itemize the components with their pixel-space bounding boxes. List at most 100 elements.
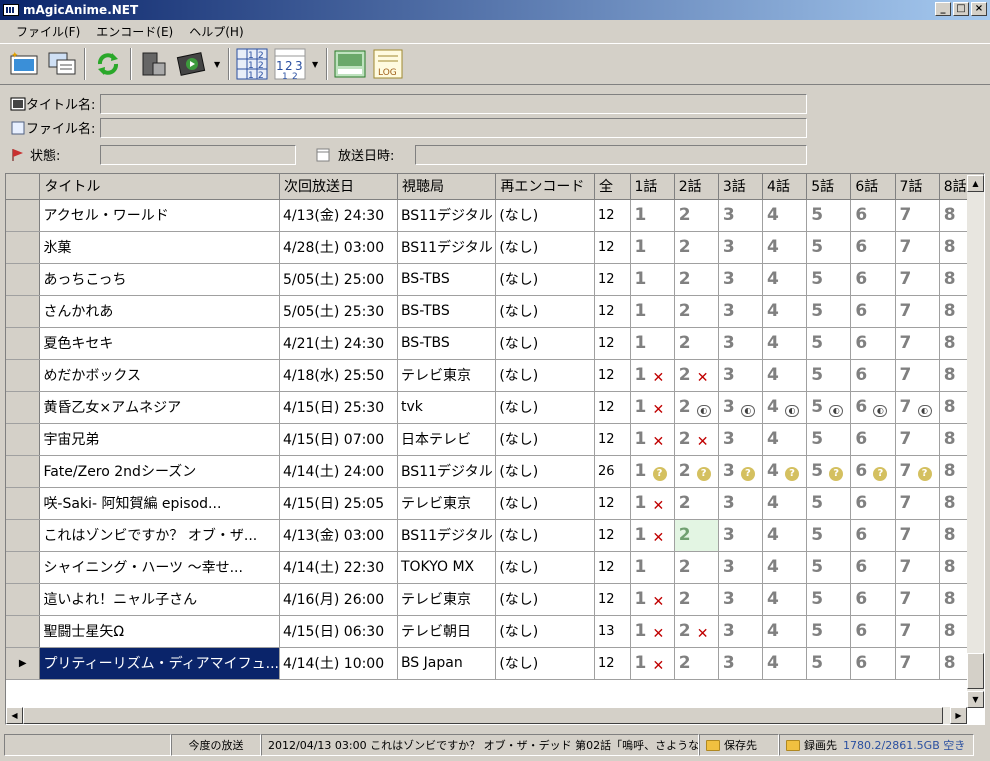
episode-cell[interactable]: 2 ✕ [674, 423, 719, 456]
episode-cell[interactable]: 6 [850, 583, 896, 616]
episode-cell[interactable]: 1 [630, 263, 675, 296]
cell-title[interactable]: あっちこっち [39, 263, 280, 296]
episode-cell[interactable]: 2 ✕ [674, 359, 719, 392]
episode-cell[interactable]: 6 ◐ [850, 391, 896, 424]
view-mode-icon[interactable]: 121212 [236, 48, 268, 80]
cell-station[interactable]: BS11デジタル [397, 455, 497, 488]
menu-encode[interactable]: エンコード(E) [90, 21, 179, 42]
cell-total[interactable]: 12 [594, 423, 631, 456]
cell-reenc[interactable]: (なし) [495, 199, 596, 232]
cell-next[interactable]: 4/28(土) 03:00 [279, 231, 398, 264]
cell-title[interactable]: プリティーリズム・ディアマイフュ... [39, 647, 280, 680]
table-row[interactable]: さんかれあ 5/05(土) 25:30 BS-TBS (なし) 12 1 2 3 4 5 6 7 8 [6, 295, 984, 328]
cell-next[interactable]: 4/13(金) 24:30 [279, 199, 398, 232]
episode-cell[interactable]: 6 [850, 519, 896, 552]
cell-total[interactable]: 12 [594, 391, 631, 424]
state-field[interactable] [100, 145, 296, 165]
minimize-button[interactable]: _ [935, 2, 951, 16]
episode-cell[interactable]: 3 [718, 615, 764, 648]
column-header[interactable]: 2話 [674, 174, 719, 200]
cell-next[interactable]: 4/15(日) 25:05 [279, 487, 398, 520]
cell-reenc[interactable]: (なし) [495, 487, 596, 520]
episode-cell[interactable]: 3 [718, 231, 764, 264]
cell-title[interactable]: 這いよれ！ニャル子さん [39, 583, 280, 616]
save-folder-button[interactable]: 保存先 [699, 734, 779, 756]
cell-total[interactable]: 12 [594, 487, 631, 520]
cell-title[interactable]: さんかれあ [39, 295, 280, 328]
episode-cell[interactable]: 5 [806, 487, 852, 520]
episode-cell[interactable]: 5 [806, 295, 852, 328]
menu-file[interactable]: ファイル(F) [10, 21, 86, 42]
row-header[interactable] [6, 551, 41, 584]
episode-cell[interactable]: 6 [850, 551, 896, 584]
episode-cell[interactable]: 3 [718, 423, 764, 456]
menu-help[interactable]: ヘルプ(H) [183, 21, 249, 42]
column-header[interactable]: 7話 [895, 174, 940, 200]
table-row[interactable]: あっちこっち 5/05(土) 25:00 BS-TBS (なし) 12 1 2 3 4 5 6 7 8 [6, 263, 984, 296]
episode-cell[interactable]: 2 ✕ [674, 615, 719, 648]
episode-cell[interactable]: 1 ✕ [630, 359, 675, 392]
episode-cell[interactable]: 2 [674, 487, 719, 520]
cell-station[interactable]: テレビ朝日 [397, 615, 497, 648]
episode-cell[interactable]: 1 [630, 295, 675, 328]
cell-total[interactable]: 12 [594, 583, 631, 616]
cell-station[interactable]: 日本テレビ [397, 423, 497, 456]
episode-cell[interactable]: 7 ◐ [895, 391, 940, 424]
cell-title[interactable]: めだかボックス [39, 359, 280, 392]
episode-cell[interactable]: 1? [630, 455, 675, 488]
episode-cell[interactable]: 6 [850, 615, 896, 648]
cell-next[interactable]: 4/16(月) 26:00 [279, 583, 398, 616]
episode-cell[interactable]: 7 [895, 487, 940, 520]
episode-cell[interactable]: 5 [806, 327, 852, 360]
episode-cell[interactable]: 4 [762, 615, 808, 648]
episode-cell[interactable]: 4 [762, 199, 808, 232]
episode-cell[interactable]: 1 [630, 551, 675, 584]
cell-reenc[interactable]: (なし) [495, 647, 596, 680]
episode-cell[interactable]: 6 [850, 423, 896, 456]
row-header[interactable]: ▶ [6, 647, 41, 680]
scroll-right-button[interactable]: ▶ [950, 707, 967, 724]
cell-reenc[interactable]: (なし) [495, 359, 596, 392]
table-row[interactable]: 黄昏乙女×アムネジア 4/15(日) 25:30 tvk (なし) 12 1 ✕ 2 ◐ 3 ◐ 4 ◐… [6, 391, 984, 424]
episode-cell[interactable]: 2 [674, 583, 719, 616]
cell-station[interactable]: BS11デジタル [397, 519, 497, 552]
episode-cell[interactable]: 1 ✕ [630, 487, 675, 520]
cell-reenc[interactable]: (なし) [495, 391, 596, 424]
cell-total[interactable]: 12 [594, 327, 631, 360]
episode-cell[interactable]: 5 [806, 423, 852, 456]
record-folder-button[interactable]: 録画先 1780.2/2861.5GB 空き [779, 734, 974, 756]
episode-cell[interactable]: 4 [762, 359, 808, 392]
column-header[interactable]: 再エンコード [495, 174, 596, 200]
cell-reenc[interactable]: (なし) [495, 295, 596, 328]
table-row[interactable]: これはゾンビですか？ オブ・ザ... 4/13(金) 03:00 BS11デジタル(… [6, 519, 984, 552]
cell-total[interactable]: 13 [594, 615, 631, 648]
episode-cell[interactable]: 1 ✕ [630, 615, 675, 648]
table-row[interactable]: めだかボックス 4/18(水) 25:50 テレビ東京 (なし) 12 1 ✕ 2 ✕ 3 4 5 6 7… [6, 359, 984, 392]
row-header[interactable] [6, 199, 41, 232]
cell-next[interactable]: 4/15(日) 06:30 [279, 615, 398, 648]
episode-cell[interactable]: 4 [762, 295, 808, 328]
cell-reenc[interactable]: (なし) [495, 615, 596, 648]
episode-cell[interactable]: 2 ◐ [674, 391, 719, 424]
episode-cell[interactable]: 4 [762, 231, 808, 264]
scroll-thumb[interactable] [23, 707, 943, 724]
cell-title[interactable]: 宇宙兄弟 [39, 423, 280, 456]
cell-total[interactable]: 12 [594, 231, 631, 264]
table-row[interactable]: 夏色キセキ 4/21(土) 24:30 BS-TBS (なし) 12 1 2 3 4 5 6 7 8 [6, 327, 984, 360]
episode-cell[interactable]: 4 [762, 423, 808, 456]
row-header[interactable] [6, 327, 41, 360]
episode-cell[interactable]: 7 [895, 231, 940, 264]
cell-title[interactable]: シャイニング・ハーツ 〜幸せ... [39, 551, 280, 584]
row-header[interactable] [6, 519, 41, 552]
cell-title[interactable]: Fate/Zero 2ndシーズン [39, 455, 280, 488]
episode-cell[interactable]: 2 [674, 327, 719, 360]
episode-cell[interactable]: 7 [895, 551, 940, 584]
episode-cell[interactable]: 4 [762, 551, 808, 584]
cell-station[interactable]: BS11デジタル [397, 231, 497, 264]
cell-reenc[interactable]: (なし) [495, 583, 596, 616]
episode-cell[interactable]: 3 [718, 327, 764, 360]
cell-station[interactable]: BS-TBS [397, 295, 497, 328]
episode-cell[interactable]: 5 [806, 263, 852, 296]
row-header[interactable] [6, 295, 41, 328]
cell-station[interactable]: テレビ東京 [397, 583, 497, 616]
